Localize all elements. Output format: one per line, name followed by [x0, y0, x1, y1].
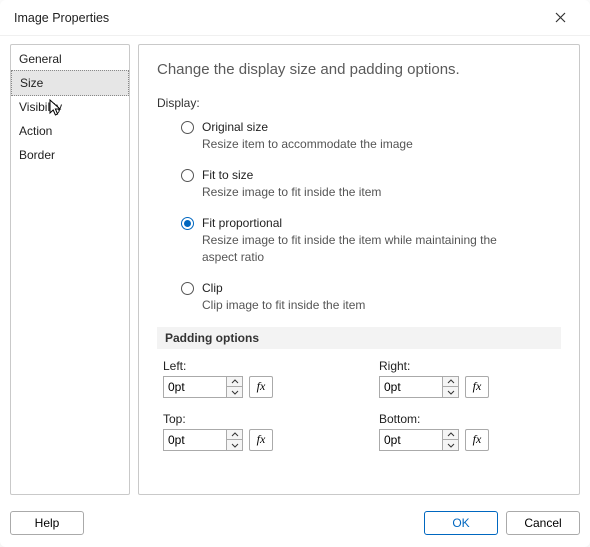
- sidebar-item-label: Size: [20, 76, 43, 90]
- expression-button[interactable]: fx: [249, 376, 273, 398]
- padding-left-label: Left:: [163, 359, 339, 373]
- radio-description: Resize item to accommodate the image: [202, 136, 413, 152]
- sidebar-item-general[interactable]: General: [11, 47, 129, 71]
- dialog-body: General Size Visibility Action Border Ch…: [0, 36, 590, 503]
- sidebar-item-label: Action: [19, 124, 52, 138]
- radio-description: Resize image to fit inside the item whil…: [202, 232, 532, 264]
- padding-top-spinbox: [163, 429, 243, 451]
- display-section-label: Display:: [157, 96, 561, 110]
- help-button[interactable]: Help: [10, 511, 84, 535]
- display-radio-group: Original size Resize item to accommodate…: [157, 120, 561, 313]
- close-button[interactable]: [540, 4, 580, 32]
- padding-left-spinbox: [163, 376, 243, 398]
- spin-up-button[interactable]: [227, 430, 242, 441]
- padding-grid: Left: fx Right:: [157, 359, 561, 451]
- sidebar-item-label: Visibility: [19, 100, 62, 114]
- radio-row-clip: Clip Clip image to fit inside the item: [181, 281, 561, 313]
- window-title: Image Properties: [14, 11, 109, 25]
- expression-button[interactable]: fx: [249, 429, 273, 451]
- chevron-up-icon: [231, 379, 239, 384]
- page-heading: Change the display size and padding opti…: [157, 61, 561, 78]
- content-pane: Change the display size and padding opti…: [138, 44, 580, 495]
- sidebar-item-label: Border: [19, 148, 55, 162]
- spin-up-button[interactable]: [443, 377, 458, 388]
- sidebar-item-size[interactable]: Size: [11, 70, 129, 96]
- radio-original-size[interactable]: [181, 121, 194, 134]
- padding-left-input[interactable]: [164, 377, 226, 397]
- padding-bottom-input[interactable]: [380, 430, 442, 450]
- chevron-up-icon: [447, 432, 455, 437]
- padding-top-label: Top:: [163, 412, 339, 426]
- spin-down-button[interactable]: [443, 440, 458, 450]
- radio-label[interactable]: Fit proportional: [202, 216, 532, 230]
- dialog-window: Image Properties General Size Visibility…: [0, 0, 590, 547]
- padding-bottom-field: Bottom: fx: [379, 412, 555, 451]
- sidebar-item-label: General: [19, 52, 62, 66]
- chevron-down-icon: [231, 390, 239, 395]
- dialog-footer: Help OK Cancel: [0, 503, 590, 547]
- expression-button[interactable]: fx: [465, 376, 489, 398]
- chevron-down-icon: [231, 443, 239, 448]
- radio-row-proportional: Fit proportional Resize image to fit ins…: [181, 216, 561, 264]
- radio-row-original: Original size Resize item to accommodate…: [181, 120, 561, 152]
- chevron-up-icon: [231, 432, 239, 437]
- padding-left-field: Left: fx: [163, 359, 339, 398]
- padding-right-spinbox: [379, 376, 459, 398]
- padding-right-field: Right: fx: [379, 359, 555, 398]
- radio-description: Resize image to fit inside the item: [202, 184, 381, 200]
- padding-section-header: Padding options: [157, 327, 561, 349]
- spin-down-button[interactable]: [443, 387, 458, 397]
- radio-fit-proportional[interactable]: [181, 217, 194, 230]
- spin-up-button[interactable]: [227, 377, 242, 388]
- chevron-down-icon: [447, 390, 455, 395]
- title-bar: Image Properties: [0, 0, 590, 36]
- cancel-button[interactable]: Cancel: [506, 511, 580, 535]
- padding-right-label: Right:: [379, 359, 555, 373]
- category-sidebar: General Size Visibility Action Border: [10, 44, 130, 495]
- padding-top-input[interactable]: [164, 430, 226, 450]
- chevron-up-icon: [447, 379, 455, 384]
- radio-label[interactable]: Original size: [202, 120, 413, 134]
- radio-description: Clip image to fit inside the item: [202, 297, 365, 313]
- close-icon: [555, 12, 566, 23]
- spin-down-button[interactable]: [227, 387, 242, 397]
- padding-right-input[interactable]: [380, 377, 442, 397]
- spin-down-button[interactable]: [227, 440, 242, 450]
- radio-row-fit: Fit to size Resize image to fit inside t…: [181, 168, 561, 200]
- padding-bottom-label: Bottom:: [379, 412, 555, 426]
- sidebar-item-visibility[interactable]: Visibility: [11, 95, 129, 119]
- expression-button[interactable]: fx: [465, 429, 489, 451]
- chevron-down-icon: [447, 443, 455, 448]
- sidebar-item-border[interactable]: Border: [11, 143, 129, 167]
- radio-label[interactable]: Fit to size: [202, 168, 381, 182]
- padding-bottom-spinbox: [379, 429, 459, 451]
- radio-clip[interactable]: [181, 282, 194, 295]
- padding-top-field: Top: fx: [163, 412, 339, 451]
- sidebar-item-action[interactable]: Action: [11, 119, 129, 143]
- radio-fit-to-size[interactable]: [181, 169, 194, 182]
- ok-button[interactable]: OK: [424, 511, 498, 535]
- radio-label[interactable]: Clip: [202, 281, 365, 295]
- spin-up-button[interactable]: [443, 430, 458, 441]
